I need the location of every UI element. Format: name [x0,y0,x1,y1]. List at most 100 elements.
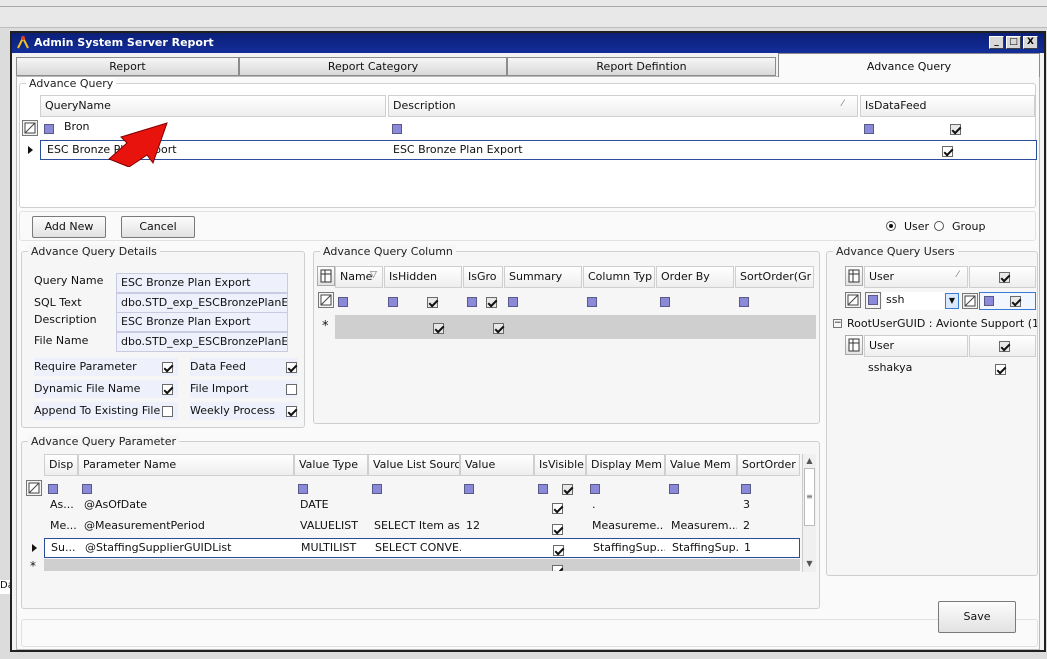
param-sort-filter-operator[interactable] [741,482,751,495]
user-row-name[interactable]: sshakya [864,359,968,379]
file-name-field[interactable]: dbo.STD_exp_ESCBronzePlanExp [116,332,288,352]
sql-text-field[interactable]: dbo.STD_exp_ESCBronzePlanExp [116,293,288,313]
param-new-row[interactable] [44,559,800,571]
param-vertical-scrollbar[interactable]: ▲ ≡ ▼ [802,454,816,572]
cancel-button[interactable]: Cancel [121,216,195,238]
param-header-disp[interactable]: Disp [44,454,78,476]
table-row[interactable]: Su... @StaffingSupplierGUIDList MULTILIS… [44,538,800,558]
table-row[interactable]: Me... @MeasurementPeriod VALUELIST SELEC… [44,517,800,537]
param-type-filter-operator[interactable] [298,482,308,495]
filter-row-icon[interactable] [22,120,38,136]
weekly-process-row[interactable]: Weekly Process [190,402,298,420]
param-display-filter-operator[interactable] [590,482,600,495]
param-header-value-member[interactable]: Value Mem [665,454,737,476]
users-sub-column-chooser-icon[interactable] [845,335,863,355]
column-header-description[interactable]: Description [388,95,858,117]
group-radio[interactable] [934,219,944,232]
column-chooser-icon[interactable] [317,266,335,286]
param-visible-filter-checkbox[interactable] [562,482,573,495]
param-header-is-visible[interactable]: IsVisible [534,454,586,476]
is-group-filter-checkbox[interactable] [486,295,497,308]
column-header-column-type[interactable]: Column Typ [583,266,655,288]
param-visible-checkbox[interactable] [553,543,564,556]
group-collapse-icon[interactable]: − [833,319,842,328]
require-parameter-checkbox[interactable] [162,360,173,373]
description-field[interactable]: ESC Bronze Plan Export [116,312,288,332]
weekly-process-checkbox[interactable] [286,404,297,417]
users-sub-column-header-user[interactable]: User [864,335,968,357]
param-visible-checkbox[interactable] [552,501,563,514]
param-value-filter-operator[interactable] [464,482,474,495]
summary-filter-operator[interactable] [508,295,518,308]
param-visible-filter-operator[interactable] [538,482,548,495]
is-hidden-filter-operator[interactable] [388,295,398,308]
table-row[interactable]: As... @AsOfDate DATE . 3 [44,496,800,516]
param-header-value[interactable]: Value [460,454,534,476]
file-import-checkbox[interactable] [286,382,297,395]
maximize-button[interactable]: □ [1006,36,1021,49]
name-filter-operator[interactable] [338,295,348,308]
dynamic-file-name-row[interactable]: Dynamic File Name [34,380,178,398]
users-filter-operator[interactable] [865,292,881,309]
param-filter-row-icon[interactable] [26,480,42,496]
column-header-query-name[interactable]: QueryName [40,95,386,117]
param-header-parameter-name[interactable]: Parameter Name [78,454,294,476]
close-button[interactable]: X [1023,36,1038,49]
is-data-feed-filter-operator[interactable] [864,122,874,135]
column-filter-row-icon[interactable] [318,292,334,308]
new-row-is-group-checkbox[interactable] [493,321,504,334]
users-filter-check-cell[interactable] [979,292,1036,310]
param-header-sort-order[interactable]: SortOrder [737,454,800,476]
users-filter-dropdown-icon[interactable]: ▼ [945,293,959,309]
column-header-summary[interactable]: Summary [504,266,582,288]
title-bar[interactable]: Admin System Server Report _ □ X [12,33,1044,53]
users-column-chooser-icon[interactable] [845,266,863,286]
users-group-header[interactable]: RootUserGUID : Avionte Support (1 it [847,317,1037,330]
param-visible-checkbox[interactable] [552,522,563,535]
tab-report[interactable]: Report [16,57,239,76]
param-header-value-list-source[interactable]: Value List Sourc [368,454,460,476]
minimize-button[interactable]: _ [989,36,1004,49]
save-button[interactable]: Save [938,601,1016,633]
data-feed-row[interactable]: Data Feed [190,358,298,376]
column-new-row[interactable] [335,315,816,339]
column-header-order-by[interactable]: Order By [656,266,734,288]
param-disp-filter-operator[interactable] [48,482,58,495]
is-hidden-filter-checkbox[interactable] [427,295,438,308]
dynamic-file-name-checkbox[interactable] [162,382,173,395]
param-source-filter-operator[interactable] [372,482,382,495]
user-radio[interactable] [886,219,896,232]
tab-report-definition[interactable]: Report Defintion [507,57,776,76]
tab-report-category[interactable]: Report Category [239,57,507,76]
sort-order-filter-operator[interactable] [739,295,749,308]
new-row-is-hidden-checkbox[interactable] [433,321,444,334]
param-header-display-member[interactable]: Display Mem [586,454,665,476]
param-value-mem-filter-operator[interactable] [669,482,679,495]
require-parameter-row[interactable]: Require Parameter [34,358,178,376]
query-name-field[interactable]: ESC Bronze Plan Export [116,273,288,293]
users-filter-row-icon[interactable] [845,292,861,308]
is-group-filter-operator[interactable] [467,295,477,308]
order-by-filter-operator[interactable] [660,295,670,308]
column-header-is-group[interactable]: IsGro [463,266,503,288]
scroll-down-icon[interactable]: ▼ [804,558,815,570]
users-filter-clear-icon[interactable] [962,293,978,309]
users-column-header-checked[interactable] [969,266,1036,288]
param-new-row-visible-checkbox[interactable] [552,563,563,571]
is-data-feed-filter-checkbox[interactable] [950,122,961,135]
column-type-filter-operator[interactable] [587,295,597,308]
scroll-up-icon[interactable]: ▲ [804,455,815,467]
is-data-feed-checkbox[interactable] [942,144,953,157]
column-header-sort-order[interactable]: SortOrder(Gr [735,266,814,288]
users-filter-input[interactable]: ssh [882,292,952,310]
column-header-is-data-feed[interactable]: IsDataFeed [860,95,1035,117]
query-name-filter-operator[interactable] [44,122,54,135]
param-header-value-type[interactable]: Value Type [294,454,368,476]
scroll-thumb[interactable]: ≡ [804,468,815,526]
file-import-row[interactable]: File Import [190,380,298,398]
column-header-is-hidden[interactable]: IsHidden [384,266,462,288]
param-name-filter-operator[interactable] [82,482,92,495]
users-column-header-user[interactable]: User [864,266,968,288]
add-new-button[interactable]: Add New [32,216,106,238]
append-to-existing-file-checkbox[interactable] [162,404,173,417]
